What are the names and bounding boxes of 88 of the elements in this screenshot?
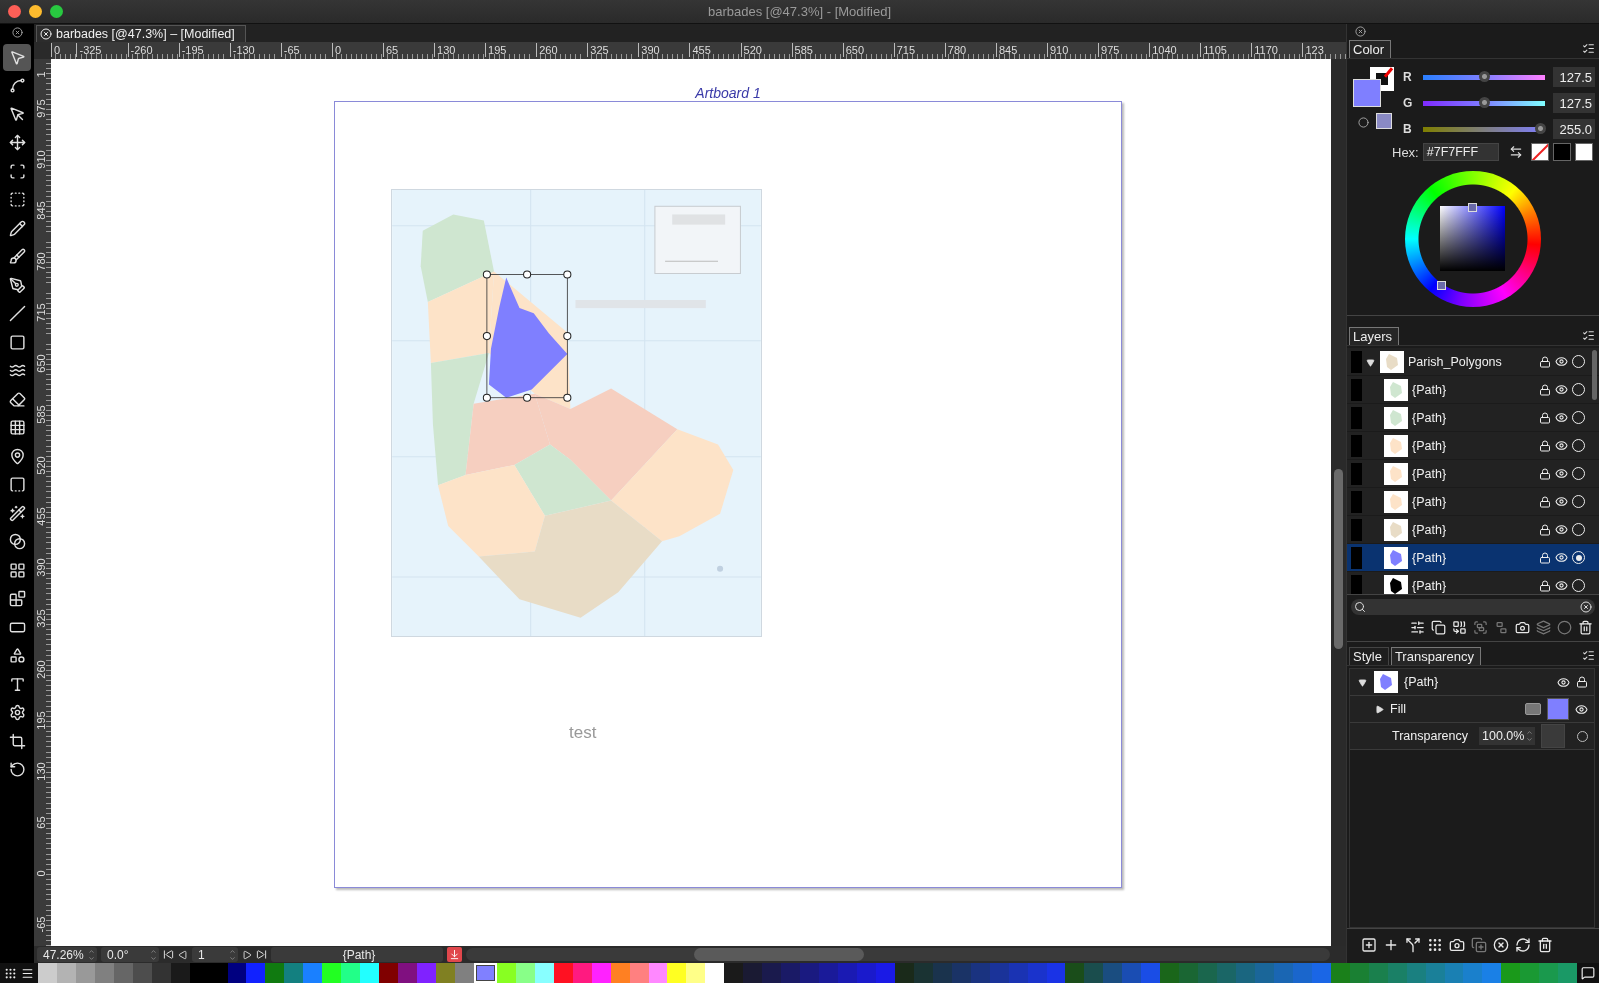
ruler-label: 780	[34, 251, 48, 273]
ruler-label: 715	[34, 302, 48, 324]
color-tab[interactable]: Color	[1349, 40, 1392, 58]
layer-name: {Path}	[1412, 466, 1448, 481]
ruler-label: 0	[51, 43, 61, 57]
ruler-label: 195	[485, 43, 507, 57]
layer-name: {Path}	[1412, 522, 1448, 537]
document-tab[interactable]: barbades [@47.3%] – [Modified]	[36, 25, 246, 42]
panel-tab[interactable]: Style	[1349, 647, 1389, 665]
ruler-label: 455	[689, 43, 711, 57]
ruler-label: 390	[34, 557, 48, 579]
channel-label: G	[1403, 96, 1414, 110]
ruler-label: 1170	[1251, 43, 1278, 57]
page-field[interactable]: 1	[192, 947, 238, 962]
ruler-label: 65	[34, 815, 48, 831]
ruler-label: 390	[638, 43, 660, 57]
ruler-label: -260	[127, 43, 153, 57]
ruler-label: 130	[434, 43, 456, 57]
layer-name: Parish_Polygons	[1408, 354, 1503, 369]
window-title: barbades [@47.3%] - [Modified]	[707, 4, 892, 19]
hex-label: Hex:	[1392, 144, 1419, 160]
ruler-label: 455	[34, 506, 48, 528]
ruler-label: 975	[1098, 43, 1120, 57]
layer-row[interactable]: {Path}	[1347, 572, 1599, 594]
ruler-label: 260	[34, 659, 48, 681]
ruler-label: 1040	[1149, 43, 1177, 57]
ruler-label: 0	[331, 43, 341, 57]
layer-row[interactable]: {Path}	[1347, 488, 1599, 515]
ruler-label: 650	[842, 43, 865, 57]
ruler-label: 910	[1047, 43, 1069, 57]
object-name: {Path}	[1404, 675, 1440, 689]
ruler-label: 780	[944, 43, 967, 57]
layer-row[interactable]: {Path}	[1347, 404, 1599, 431]
layer-row[interactable]: {Path}	[1347, 460, 1599, 487]
ruler-label: 520	[740, 43, 762, 57]
channel-label: R	[1403, 70, 1413, 84]
layer-row[interactable]: {Path}	[1347, 544, 1599, 571]
layer-name: {Path}	[1412, 438, 1448, 453]
ruler-label: 585	[791, 43, 813, 57]
ruler-label: -325	[76, 43, 102, 57]
ruler-label: -130	[229, 43, 255, 57]
channel-label: B	[1403, 122, 1413, 136]
ruler-label: 325	[34, 608, 48, 630]
fill-label: Fill	[1390, 702, 1407, 716]
channel-value-field[interactable]: 127.5	[1553, 93, 1595, 113]
channel-value-field[interactable]: 127.5	[1553, 67, 1595, 87]
ruler-label: 975	[34, 98, 48, 120]
layer-name: {Path}	[1412, 410, 1448, 425]
ruler-label: 1105	[1200, 43, 1227, 57]
ruler-label: -195	[178, 43, 204, 57]
panel-tab[interactable]: Transparency	[1390, 647, 1481, 665]
layer-dropdown[interactable]: {Path}	[271, 947, 443, 962]
canvas-text: test	[569, 723, 597, 743]
ruler-label: -65	[34, 915, 48, 935]
ruler-label: 325	[587, 43, 609, 57]
artboard-label: Artboard 1	[695, 86, 761, 101]
ruler-label: 520	[34, 455, 48, 477]
ruler-label: 845	[995, 43, 1018, 57]
layers-tab[interactable]: Layers	[1349, 327, 1400, 345]
layer-name: {Path}	[1412, 578, 1448, 593]
ruler-label: 260	[536, 43, 558, 57]
ruler-label: 650	[34, 353, 48, 375]
layer-group-row[interactable]: Parish_Polygons	[1347, 348, 1599, 375]
transparency-label: Transparency	[1392, 729, 1469, 743]
transparency-field[interactable]: 100.0%	[1479, 727, 1535, 745]
ruler-label: 123	[1302, 43, 1324, 57]
layer-name: {Path}	[1412, 382, 1448, 397]
ruler-label: 910	[34, 149, 48, 171]
layer-row[interactable]: {Path}	[1347, 516, 1599, 543]
ruler-label: 1	[34, 70, 48, 80]
angle-field[interactable]: 0.0°	[101, 947, 159, 962]
fill-row[interactable]: Fill	[1350, 696, 1594, 723]
ruler-label: 195	[34, 710, 48, 732]
ruler-label: -65	[280, 43, 300, 57]
hex-field[interactable]: #7F7FFF	[1422, 143, 1499, 161]
style-object-row[interactable]: {Path}	[1350, 669, 1594, 696]
zoom-field[interactable]: 47.26%	[37, 947, 97, 962]
ruler-label: 0	[34, 869, 48, 879]
layer-row[interactable]: {Path}	[1347, 432, 1599, 459]
layer-row[interactable]: {Path}	[1347, 376, 1599, 403]
ruler-label: 65	[382, 43, 399, 57]
ruler-label: 130	[34, 761, 48, 783]
ruler-label: 715	[893, 43, 916, 57]
layer-name: {Path}	[1412, 494, 1448, 509]
layer-name: {Path}	[1412, 550, 1448, 565]
ruler-label: 585	[34, 404, 48, 426]
channel-value-field[interactable]: 255.0	[1553, 119, 1595, 139]
ruler-label: 845	[34, 200, 48, 222]
